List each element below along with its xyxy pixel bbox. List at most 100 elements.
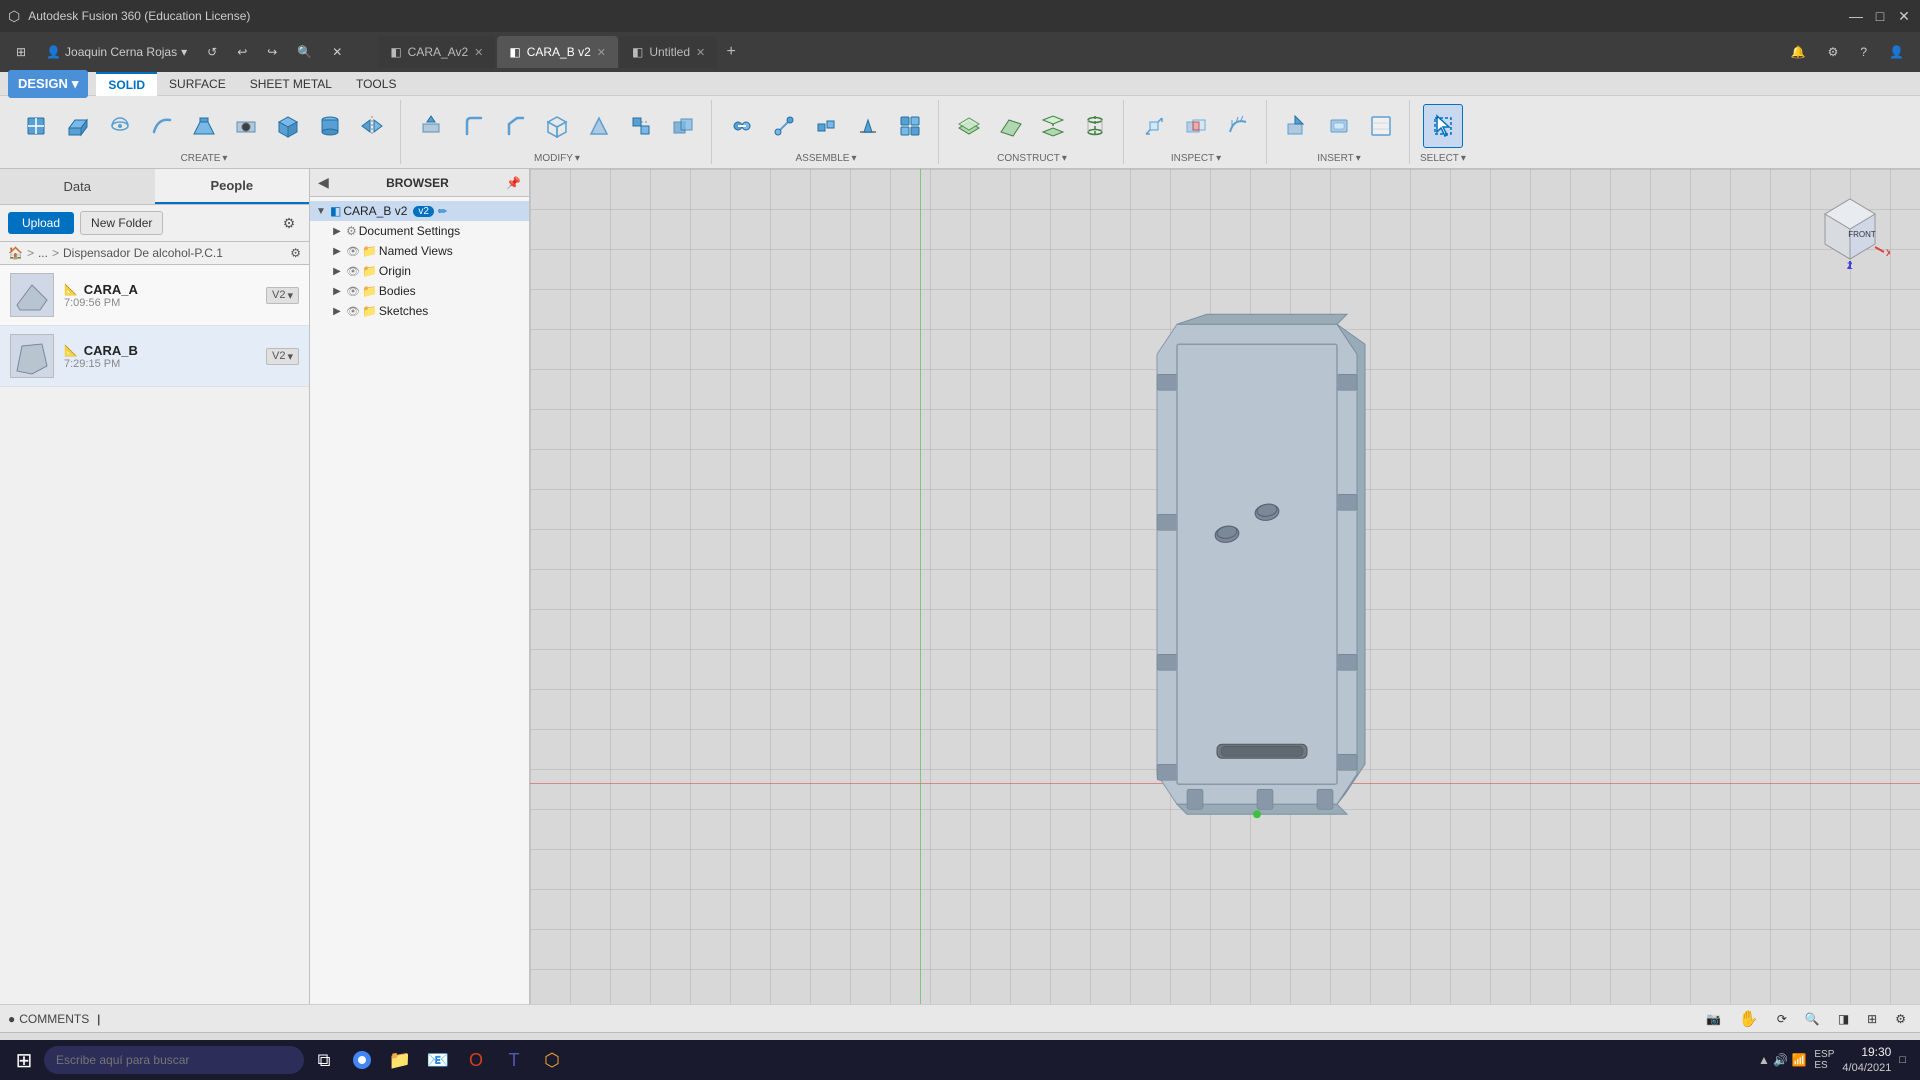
ground-button[interactable] <box>848 104 888 148</box>
combine-button[interactable] <box>663 104 703 148</box>
curvature-comb-button[interactable] <box>1218 104 1258 148</box>
inspect-dropdown-icon[interactable]: ▾ <box>1216 153 1221 164</box>
home-icon[interactable]: 🏠 <box>8 246 23 260</box>
start-button[interactable]: ⊞ <box>6 1042 42 1078</box>
rigid-group-button[interactable] <box>890 104 930 148</box>
tree-eye-bodies[interactable]: 👁 <box>346 285 360 298</box>
create-dropdown-icon[interactable]: ▾ <box>222 153 227 164</box>
file-version-cara-a[interactable]: V2 ▾ <box>266 287 299 304</box>
midplane-button[interactable] <box>1033 104 1073 148</box>
chamfer-button[interactable] <box>495 104 535 148</box>
app-menu-button[interactable]: ⊞ <box>8 38 34 66</box>
taskbar-icon-fusion[interactable]: ⬡ <box>534 1042 570 1078</box>
ribbon-tab-sheet-metal[interactable]: SHEET METAL <box>238 72 344 96</box>
tree-eye-sketches[interactable]: 👁 <box>346 305 360 318</box>
insert-dropdown-icon[interactable]: ▾ <box>1356 153 1361 164</box>
shell-button[interactable] <box>537 104 577 148</box>
tree-item-document-settings[interactable]: ▶ ⚙ Document Settings <box>310 221 529 241</box>
modify-dropdown-icon[interactable]: ▾ <box>575 153 580 164</box>
canvas-button[interactable] <box>1361 104 1401 148</box>
taskbar-icon-teams[interactable]: T <box>496 1042 532 1078</box>
tree-item-named-views[interactable]: ▶ 👁 📁 Named Views <box>310 241 529 261</box>
draft-button[interactable] <box>579 104 619 148</box>
close-search-button[interactable]: ✕ <box>324 38 350 66</box>
tree-expand-cara-b[interactable]: ▼ <box>314 204 328 218</box>
sidebar-settings-button[interactable]: ⚙ <box>277 211 301 235</box>
undo-button[interactable]: ↩ <box>229 38 255 66</box>
grid-settings-button[interactable]: ⊞ <box>1861 1006 1883 1032</box>
file-item-cara-a[interactable]: 📐 CARA_A 7:09:56 PM V2 ▾ <box>0 265 309 326</box>
fillet-button[interactable] <box>453 104 493 148</box>
construct-dropdown-icon[interactable]: ▾ <box>1062 153 1067 164</box>
tree-item-sketches[interactable]: ▶ 👁 📁 Sketches <box>310 301 529 321</box>
tree-expand-named-views[interactable]: ▶ <box>330 244 344 258</box>
viewport-settings-button[interactable]: ⚙ <box>1889 1006 1912 1032</box>
tree-expand-bodies[interactable]: ▶ <box>330 284 344 298</box>
tree-item-cara-b-v2[interactable]: ▼ ◧ CARA_B v2 v2 ✏ <box>310 201 529 221</box>
tab-close-cara-b[interactable]: ✕ <box>597 46 606 59</box>
tab-untitled[interactable]: ◧ Untitled ✕ <box>620 36 717 68</box>
sidebar-tab-data[interactable]: Data <box>0 169 155 204</box>
new-component-button[interactable] <box>16 104 56 148</box>
tree-eye-origin[interactable]: 👁 <box>346 265 360 278</box>
tab-cara-b-v2[interactable]: ◧ CARA_B v2 ✕ <box>497 36 618 68</box>
settings-button[interactable]: ⚙ <box>1820 38 1847 66</box>
taskbar-icon-file-explorer[interactable]: 📁 <box>382 1042 418 1078</box>
plane-at-angle-button[interactable] <box>991 104 1031 148</box>
tree-expand-doc-settings[interactable]: ▶ <box>330 224 344 238</box>
viewport[interactable]: FRONT X Z <box>530 169 1920 1004</box>
taskbar-icon-office[interactable]: O <box>458 1042 494 1078</box>
ribbon-tab-solid[interactable]: SOLID <box>96 72 157 96</box>
maximize-button[interactable]: □ <box>1872 8 1888 24</box>
close-button[interactable]: ✕ <box>1896 8 1912 24</box>
assemble-dropdown-icon[interactable]: ▾ <box>851 153 856 164</box>
pan-button[interactable]: ✋ <box>1733 1006 1765 1032</box>
upload-button[interactable]: Upload <box>8 212 74 234</box>
taskbar-icon-task-view[interactable]: ⧉ <box>306 1042 342 1078</box>
hole-button[interactable] <box>226 104 266 148</box>
file-item-cara-b[interactable]: 📐 CARA_B 7:29:15 PM V2 ▾ <box>0 326 309 387</box>
design-dropdown-button[interactable]: DESIGN ▾ <box>8 70 88 98</box>
taskbar-icon-mail[interactable]: 📧 <box>420 1042 456 1078</box>
help-button[interactable]: ? <box>1852 38 1875 66</box>
display-settings-button[interactable]: ◨ <box>1832 1006 1855 1032</box>
select-button[interactable] <box>1423 104 1463 148</box>
decal-button[interactable] <box>1319 104 1359 148</box>
breadcrumb-ellipsis[interactable]: ... <box>38 246 48 260</box>
user-menu-button[interactable]: 👤 Joaquin Cerna Rojas ▾ <box>38 38 195 66</box>
ribbon-tab-tools[interactable]: TOOLS <box>344 72 408 96</box>
mirror-button[interactable] <box>352 104 392 148</box>
nav-cube[interactable]: FRONT X Z <box>1810 189 1890 269</box>
comments-expand-icon[interactable]: | <box>97 1012 100 1026</box>
tree-expand-origin[interactable]: ▶ <box>330 264 344 278</box>
as-built-joint-button[interactable] <box>806 104 846 148</box>
motion-link-button[interactable] <box>764 104 804 148</box>
insert-derive-button[interactable] <box>1277 104 1317 148</box>
tree-item-bodies[interactable]: ▶ 👁 📁 Bodies <box>310 281 529 301</box>
axis-through-cylinder-button[interactable] <box>1075 104 1115 148</box>
select-dropdown-icon[interactable]: ▾ <box>1461 153 1466 164</box>
ribbon-tab-surface[interactable]: SURFACE <box>157 72 238 96</box>
tab-close-cara-a[interactable]: ✕ <box>474 46 483 59</box>
loft-button[interactable] <box>184 104 224 148</box>
search-button[interactable]: 🔍 <box>289 38 320 66</box>
browser-pin-button[interactable]: 📌 <box>506 176 521 190</box>
browser-collapse-button[interactable]: ◀ <box>318 174 329 191</box>
zoom-button[interactable]: 🔍 <box>1799 1006 1826 1032</box>
tree-item-origin[interactable]: ▶ 👁 📁 Origin <box>310 261 529 281</box>
file-version-cara-b[interactable]: V2 ▾ <box>266 348 299 365</box>
tab-close-untitled[interactable]: ✕ <box>696 46 705 59</box>
offset-plane-button[interactable] <box>949 104 989 148</box>
tree-eye-named-views[interactable]: 👁 <box>346 245 360 258</box>
measure-button[interactable] <box>1134 104 1174 148</box>
notification-icon[interactable]: □ <box>1899 1054 1906 1066</box>
sweep-button[interactable] <box>142 104 182 148</box>
box-button[interactable] <box>268 104 308 148</box>
press-pull-button[interactable] <box>411 104 451 148</box>
notifications-button[interactable]: 🔔 <box>1783 38 1814 66</box>
scale-button[interactable] <box>621 104 661 148</box>
tab-cara-a-v2[interactable]: ◧ CARA_Av2 ✕ <box>378 36 495 68</box>
taskbar-icon-chrome[interactable] <box>344 1042 380 1078</box>
tree-expand-sketches[interactable]: ▶ <box>330 304 344 318</box>
minimize-button[interactable]: — <box>1848 8 1864 24</box>
